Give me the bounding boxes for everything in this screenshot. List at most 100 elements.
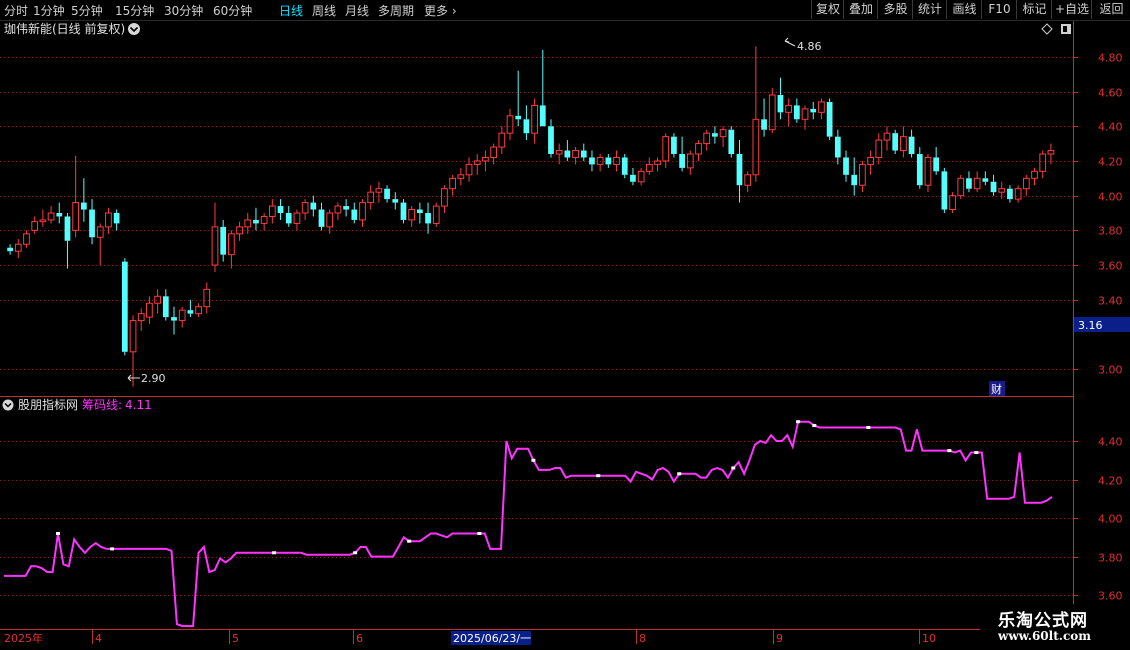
candle <box>982 171 989 186</box>
candle <box>744 171 752 193</box>
candle <box>966 171 972 193</box>
candle <box>268 199 276 224</box>
candle <box>621 154 628 179</box>
chip-marker <box>477 531 482 535</box>
candle <box>39 209 47 227</box>
candle <box>531 98 538 144</box>
candle <box>351 202 358 224</box>
candle <box>318 202 325 231</box>
candle <box>425 202 431 234</box>
finance-badge-label: 财 <box>991 382 1002 396</box>
collapse-main-icon[interactable] <box>128 23 140 35</box>
chip-marker <box>110 547 115 551</box>
candle <box>662 133 670 168</box>
high-marker: 4.86 <box>784 37 822 53</box>
chip-marker <box>677 472 682 476</box>
current-price-value: 3.16 <box>1078 319 1103 332</box>
price-tick-label: 3.60 <box>1098 260 1123 273</box>
panel-scroll-icon[interactable] <box>1061 24 1071 34</box>
candle <box>146 296 153 325</box>
chip-marker <box>56 531 61 535</box>
indicator-tick-label: 4.40 <box>1098 436 1123 449</box>
candle <box>121 258 128 356</box>
candle <box>712 126 718 144</box>
candle <box>96 223 104 266</box>
candle <box>1022 174 1030 196</box>
low-marker: 2.90 <box>127 372 166 385</box>
candle <box>1031 167 1038 186</box>
candle <box>253 207 259 231</box>
candle <box>605 154 612 168</box>
candle <box>187 299 194 318</box>
indicator-tick-label: 3.80 <box>1098 552 1123 565</box>
diamond-icon[interactable] <box>1041 23 1053 35</box>
candle <box>949 192 956 213</box>
chip-marker <box>596 474 601 478</box>
candle <box>490 143 497 165</box>
candle <box>645 157 653 175</box>
candle <box>793 98 800 123</box>
candle <box>785 98 793 127</box>
candle <box>334 202 342 220</box>
grid-layer <box>0 20 1130 650</box>
candle <box>359 199 366 227</box>
indicator-line-value: 4.11 <box>125 398 152 412</box>
candle <box>580 143 587 161</box>
candle <box>64 213 71 269</box>
candle <box>277 199 284 220</box>
chip-marker <box>272 551 277 555</box>
candle <box>432 202 440 227</box>
candle <box>924 154 932 193</box>
candle <box>596 154 604 172</box>
candle <box>137 308 145 331</box>
indicator-name[interactable]: 股朋指标网 <box>18 397 78 412</box>
chip-marker <box>812 424 817 428</box>
candle <box>56 202 63 224</box>
price-tick-label: 4.20 <box>1098 156 1123 169</box>
candle <box>392 192 399 210</box>
candle <box>367 185 375 210</box>
candle <box>875 133 883 165</box>
candle <box>867 150 874 175</box>
candle <box>129 315 137 387</box>
finance-badge[interactable]: 财 <box>989 381 1005 396</box>
candle <box>1014 185 1022 203</box>
candle <box>47 206 55 224</box>
candle <box>515 70 522 127</box>
month-label: 5 <box>232 632 239 645</box>
candle <box>408 206 416 227</box>
chip-marker <box>974 451 979 455</box>
candle <box>72 155 80 238</box>
candle <box>171 306 177 335</box>
candle <box>482 150 489 172</box>
candle <box>752 46 760 182</box>
candle <box>384 185 390 203</box>
candle <box>916 147 923 189</box>
chart-canvas: 4.80 4.60 4.40 4.20 4.00 3.80 3.60 3.40 3.00 4.40… <box>0 20 1130 650</box>
chip-marker <box>796 420 801 424</box>
candle <box>990 174 997 196</box>
candle <box>7 244 13 255</box>
candle <box>777 77 784 120</box>
candle <box>326 209 334 234</box>
candle <box>113 209 120 231</box>
current-price-badge: 3.16 <box>1074 317 1130 332</box>
price-tick-label: 4.80 <box>1098 52 1123 65</box>
candle <box>457 167 465 186</box>
candle <box>473 154 481 175</box>
candle <box>162 289 169 321</box>
collapse-indicator-icon[interactable] <box>2 399 14 411</box>
candle <box>539 49 546 127</box>
price-tick-label: 3.80 <box>1098 225 1123 238</box>
candle <box>89 199 95 245</box>
candle <box>564 140 571 161</box>
candle <box>859 160 866 193</box>
indicator-tick-label: 4.00 <box>1098 513 1123 526</box>
watermark-name: 乐淘公式网 <box>998 611 1088 631</box>
candle <box>589 150 595 172</box>
candle <box>555 143 563 165</box>
candle <box>285 206 292 227</box>
candle <box>195 303 202 318</box>
candle <box>957 174 965 200</box>
candle <box>630 167 636 186</box>
